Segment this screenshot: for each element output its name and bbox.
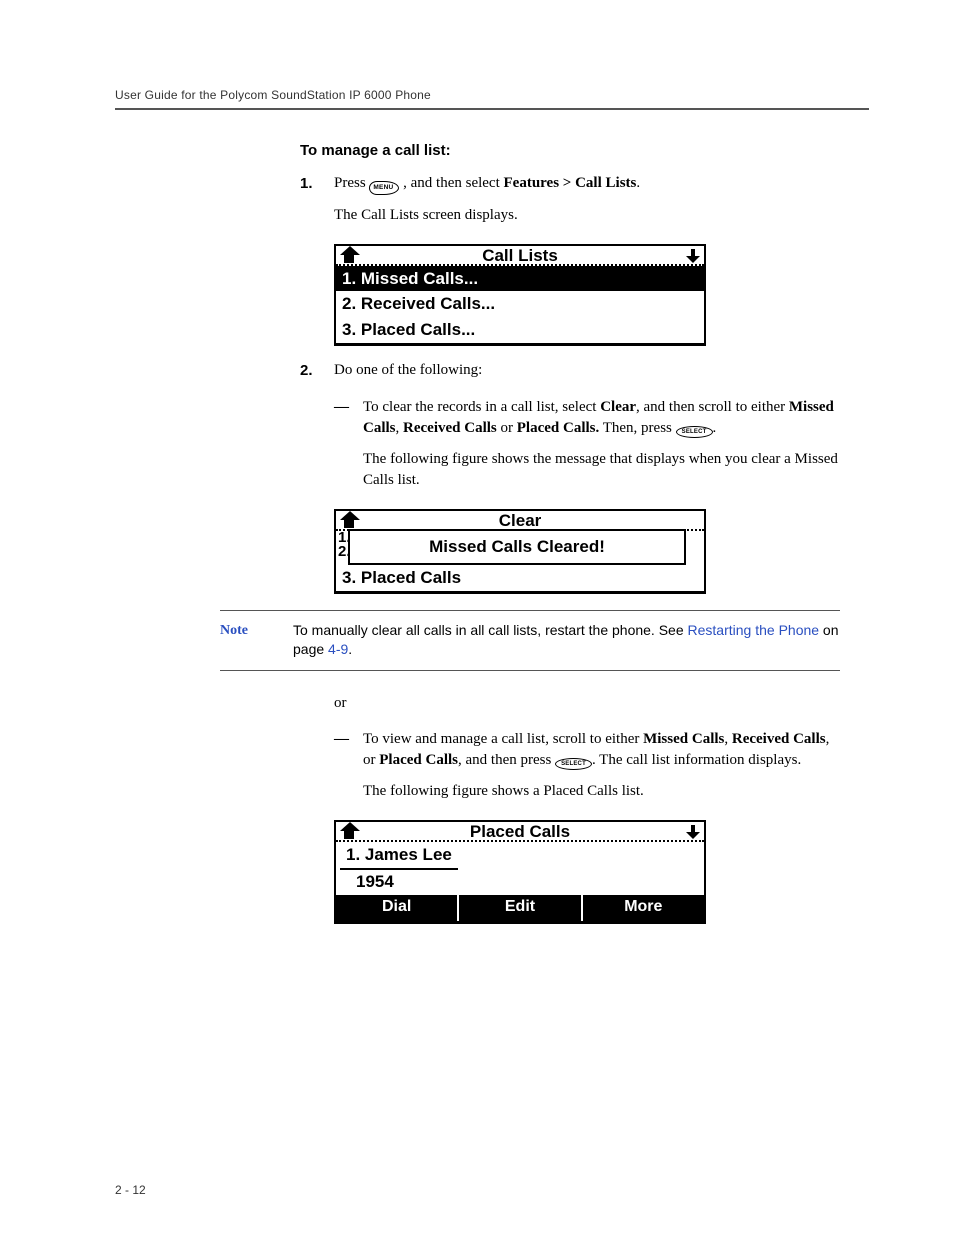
text: To manually clear all calls in all call …	[293, 622, 688, 638]
section-heading: To manage a call list:	[300, 140, 840, 161]
step-number: 2.	[300, 360, 320, 391]
lcd-row-placed: 3. Placed Calls	[336, 565, 704, 591]
text: or	[497, 420, 517, 436]
lcd-popup-section: 1. 2. Missed Calls Cleared!	[336, 529, 704, 565]
step-number: 1.	[300, 173, 320, 236]
note-body: To manually clear all calls in all call …	[293, 621, 840, 660]
lcd-title-text: Call Lists	[336, 244, 704, 268]
select-key-icon: SELECT	[555, 758, 592, 770]
bold: Received Calls	[403, 420, 497, 436]
softkey-dial: Dial	[336, 895, 459, 920]
text: Then, press	[599, 420, 675, 436]
lcd-entry-number: 1954	[336, 870, 704, 896]
sub-view-line-1: To view and manage a call list, scroll t…	[363, 729, 840, 771]
note-label: Note	[220, 621, 265, 641]
lcd-entry-name: 1. James Lee	[340, 842, 458, 870]
lcd-row-received: 2. Received Calls...	[336, 291, 704, 317]
text: Press	[334, 175, 369, 191]
softkey-more: More	[583, 895, 704, 920]
sub-clear: — To clear the records in a call list, s…	[334, 397, 840, 501]
link-pageref[interactable]: 4-9	[328, 641, 348, 657]
lcd-row-placed: 3. Placed Calls...	[336, 317, 704, 343]
bold: Missed Calls	[643, 731, 724, 747]
running-header: User Guide for the Polycom SoundStation …	[115, 88, 869, 102]
lcd-softkeys: Dial Edit More	[336, 895, 704, 920]
text: To view and manage a call list, scroll t…	[363, 731, 643, 747]
step-1-line-1: Press MENU , and then select Features > …	[334, 173, 840, 195]
lcd-clear: Clear 1. 2. Missed Calls Cleared! 3. Pla…	[334, 509, 706, 594]
text: , and then select	[403, 175, 503, 191]
scroll-down-icon	[686, 825, 700, 839]
lcd-title-bar: Clear	[336, 511, 704, 531]
dash-bullet: —	[334, 397, 349, 501]
text: .	[713, 420, 717, 436]
step-2: 2. Do one of the following:	[300, 360, 840, 391]
step-1-line-2: The Call Lists screen displays.	[334, 205, 840, 226]
link-restarting[interactable]: Restarting the Phone	[688, 622, 820, 638]
lcd-title-text: Placed Calls	[336, 820, 704, 844]
text: .	[348, 641, 352, 657]
scroll-down-icon	[686, 249, 700, 263]
menu-key-icon: MENU	[369, 181, 399, 195]
text: ,	[724, 731, 732, 747]
softkey-edit: Edit	[459, 895, 582, 920]
text: . The call list information displays.	[592, 752, 801, 768]
lcd-entry: 1. James Lee 1954	[336, 842, 704, 896]
text: ,	[396, 420, 404, 436]
dash-bullet: —	[334, 729, 349, 812]
lcd-title-bar: Call Lists	[336, 246, 704, 266]
lcd-call-lists: Call Lists 1. Missed Calls... 2. Receive…	[334, 244, 706, 346]
sub-view: — To view and manage a call list, scroll…	[334, 729, 840, 812]
text: , and then press	[458, 752, 555, 768]
lcd-popup-text: Missed Calls Cleared!	[350, 531, 684, 563]
text: To clear the records in a call list, sel…	[363, 399, 600, 415]
header-rule	[115, 108, 869, 110]
lcd-popup: Missed Calls Cleared!	[348, 529, 686, 565]
step-1: 1. Press MENU , and then select Features…	[300, 173, 840, 236]
page-number: 2 - 12	[115, 1183, 146, 1197]
bold: Received Calls	[732, 731, 826, 747]
or-text: or	[334, 693, 840, 714]
lcd-row-missed: 1. Missed Calls...	[336, 266, 704, 292]
bold: Placed Calls.	[517, 420, 600, 436]
text: , and then scroll to either	[636, 399, 789, 415]
menu-path: Features > Call Lists	[504, 175, 637, 191]
select-key-icon: SELECT	[676, 426, 713, 438]
note-block: Note To manually clear all calls in all …	[220, 610, 840, 671]
bold: Clear	[600, 399, 636, 415]
sub-view-line-2: The following figure shows a Placed Call…	[363, 781, 840, 802]
text: .	[636, 175, 640, 191]
sub-clear-line-2: The following figure shows the message t…	[363, 449, 840, 491]
step-2-lead: Do one of the following:	[334, 360, 840, 381]
lcd-placed-calls: Placed Calls 1. James Lee 1954 Dial Edit…	[334, 820, 706, 924]
sub-clear-line-1: To clear the records in a call list, sel…	[363, 397, 840, 439]
bold: Placed Calls	[379, 752, 458, 768]
lcd-title-bar: Placed Calls	[336, 822, 704, 842]
